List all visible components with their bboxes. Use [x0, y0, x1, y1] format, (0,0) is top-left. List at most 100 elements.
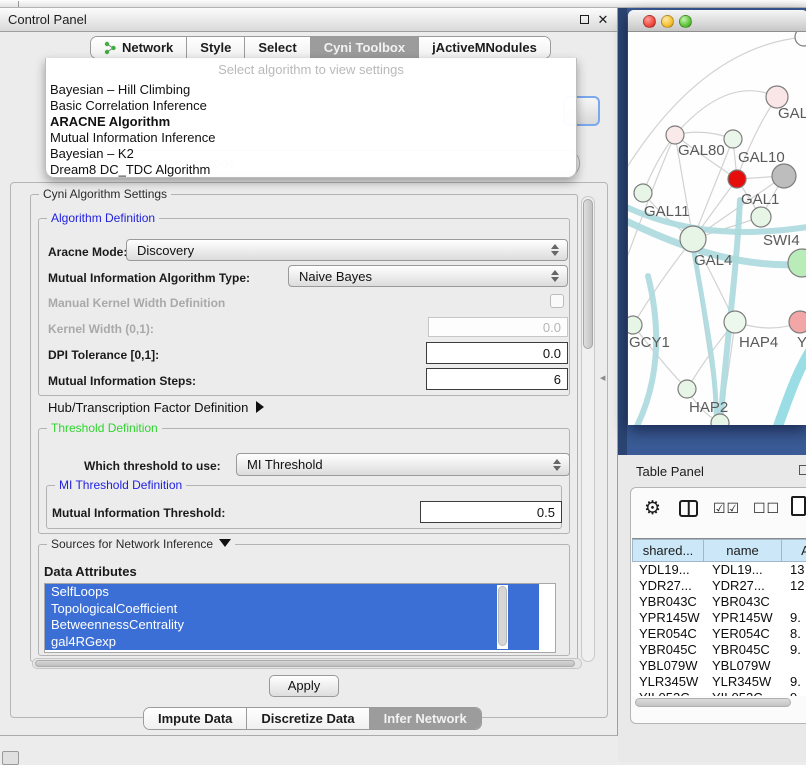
table-row[interactable]: YBR043CYBR043C — [632, 594, 806, 610]
algorithm-option[interactable]: Dream8 DC_TDC Algorithm — [46, 162, 576, 178]
network-node[interactable] — [789, 311, 806, 333]
algorithm-option[interactable]: Basic Correlation Inference — [46, 98, 576, 114]
settings-horizontal-scrollbar[interactable] — [32, 658, 582, 669]
table-cell[interactable]: YBR045C — [632, 642, 704, 658]
apply-button[interactable]: Apply — [269, 675, 339, 697]
mi-algorithm-type-combobox[interactable]: Naive Bayes — [288, 265, 568, 287]
algorithm-option[interactable]: Bayesian – K2 — [46, 146, 576, 162]
table-cell[interactable]: 9. — [782, 674, 806, 690]
table-cell[interactable] — [782, 658, 806, 674]
network-node[interactable] — [678, 380, 696, 398]
network-node[interactable] — [772, 164, 796, 188]
attribute-item[interactable]: SelfLoops — [45, 584, 539, 601]
table-cell[interactable]: 8. — [782, 626, 806, 642]
algorithm-option[interactable]: Bayesian – Hill Climbing — [46, 82, 576, 98]
network-node[interactable] — [724, 311, 746, 333]
zoom-traffic-light[interactable] — [679, 15, 692, 28]
dpi-tolerance-input[interactable] — [426, 342, 568, 364]
table-row[interactable]: YBL079WYBL079W — [632, 658, 806, 674]
table-cell[interactable]: YIL052C — [704, 690, 782, 696]
kernel-width-input[interactable] — [428, 317, 568, 337]
table-cell[interactable]: YIL052C — [632, 690, 704, 696]
network-node[interactable] — [728, 170, 746, 188]
table-cell[interactable]: YBL079W — [632, 658, 704, 674]
table-row[interactable]: YDL19...YDL19...13 — [632, 562, 806, 578]
table-column-header[interactable]: shared... — [632, 539, 704, 562]
attribute-item[interactable]: BetweennessCentrality — [45, 617, 539, 634]
table-cell[interactable]: YBR043C — [632, 594, 704, 610]
table-cell[interactable]: YER054C — [632, 626, 704, 642]
document-icon[interactable] — [791, 496, 806, 516]
settings-horizontal-scrollbar-thumb[interactable] — [35, 660, 575, 667]
table-row[interactable]: YLR345WYLR345W9. — [632, 674, 806, 690]
deselect-all-checkboxes-icon[interactable]: ☐☐ — [753, 501, 780, 517]
hub-definition-toggle[interactable]: Hub/Transcription Factor Definition — [48, 400, 264, 415]
panel-collapse-arrow[interactable]: ◀ — [600, 374, 605, 382]
table-cell[interactable] — [782, 594, 806, 610]
network-node[interactable] — [724, 130, 742, 148]
network-node[interactable] — [795, 32, 806, 46]
which-threshold-combobox[interactable]: MI Threshold — [236, 453, 570, 476]
table-column-header[interactable]: A — [782, 539, 806, 562]
table-row[interactable]: YDR27...YDR27...12 — [632, 578, 806, 594]
table-cell[interactable]: YBL079W — [704, 658, 782, 674]
table-row[interactable]: YPR145WYPR145W9. — [632, 610, 806, 626]
table-cell[interactable]: YPR145W — [704, 610, 782, 626]
network-node[interactable] — [788, 249, 806, 277]
network-node[interactable] — [680, 226, 706, 252]
tab-select[interactable]: Select — [245, 37, 310, 58]
bottom-tab-infer-network[interactable]: Infer Network — [370, 708, 481, 729]
table-panel-float-icon[interactable] — [799, 465, 806, 475]
table-cell[interactable]: YDL19... — [704, 562, 782, 578]
table-column-header[interactable]: name — [704, 539, 782, 562]
attribute-item[interactable]: gal4RGexp — [45, 634, 539, 651]
table-row[interactable]: YBR045CYBR045C9. — [632, 642, 806, 658]
table-cell[interactable]: YBR045C — [704, 642, 782, 658]
float-window-icon[interactable] — [577, 13, 591, 27]
mi-threshold-input[interactable] — [420, 501, 562, 523]
minimize-traffic-light[interactable] — [661, 15, 674, 28]
close-traffic-light[interactable] — [643, 15, 656, 28]
attribute-item[interactable]: TopologicalCoefficient — [45, 601, 539, 618]
network-node[interactable] — [634, 184, 652, 202]
bottom-left-panel-icon[interactable] — [2, 751, 19, 765]
table-cell[interactable]: YER054C — [704, 626, 782, 642]
table-cell[interactable]: 9. — [782, 642, 806, 658]
table-cell[interactable]: 12 — [782, 578, 806, 594]
tab-cyni-toolbox[interactable]: Cyni Toolbox — [311, 37, 419, 58]
table-cell[interactable]: 13 — [782, 562, 806, 578]
table-row[interactable]: YIL052CYIL052C9 — [632, 690, 806, 696]
algorithm-option[interactable]: Mutual Information Inference — [46, 130, 576, 146]
select-all-checkboxes-icon[interactable]: ☑☑ — [713, 501, 740, 517]
mi-steps-input[interactable] — [426, 368, 568, 390]
table-horizontal-scrollbar[interactable] — [635, 698, 806, 707]
attributes-scrollbar-thumb[interactable] — [498, 586, 507, 646]
table-horizontal-scrollbar-thumb[interactable] — [635, 698, 791, 707]
close-icon[interactable]: ✕ — [596, 13, 610, 27]
bottom-tab-impute-data[interactable]: Impute Data — [144, 708, 247, 729]
tab-network[interactable]: Network — [91, 37, 187, 58]
table-cell[interactable]: YPR145W — [632, 610, 704, 626]
gear-icon[interactable]: ⚙ — [644, 497, 661, 519]
network-canvas[interactable]: GALGAL80GAL10GAL1GAL11SWI4GAL4GCY1HAP4YH… — [628, 32, 806, 425]
settings-vertical-scrollbar-thumb[interactable] — [583, 199, 593, 349]
network-node[interactable] — [628, 316, 642, 334]
attributes-scrollbar[interactable] — [497, 585, 508, 649]
table-cell[interactable]: YBR043C — [704, 594, 782, 610]
table-cell[interactable]: 9. — [782, 610, 806, 626]
network-window-titlebar[interactable] — [628, 10, 806, 32]
manual-kernel-width-checkbox[interactable] — [550, 294, 564, 308]
table-cell[interactable]: YDR27... — [704, 578, 782, 594]
table-cell[interactable]: 9 — [782, 690, 806, 696]
table-cell[interactable]: YDL19... — [632, 562, 704, 578]
algorithm-option[interactable]: ARACNE Algorithm — [46, 114, 576, 130]
bottom-tab-discretize-data[interactable]: Discretize Data — [247, 708, 369, 729]
sources-group-title[interactable]: Sources for Network Inference — [47, 537, 235, 551]
network-node[interactable] — [751, 207, 771, 227]
table-cell[interactable]: YLR345W — [704, 674, 782, 690]
columns-icon[interactable] — [679, 500, 698, 517]
tab-jactivemnodules[interactable]: jActiveMNodules — [419, 37, 550, 58]
table-row[interactable]: YER054CYER054C8. — [632, 626, 806, 642]
tab-style[interactable]: Style — [187, 37, 245, 58]
aracne-mode-combobox[interactable]: Discovery — [126, 239, 568, 261]
